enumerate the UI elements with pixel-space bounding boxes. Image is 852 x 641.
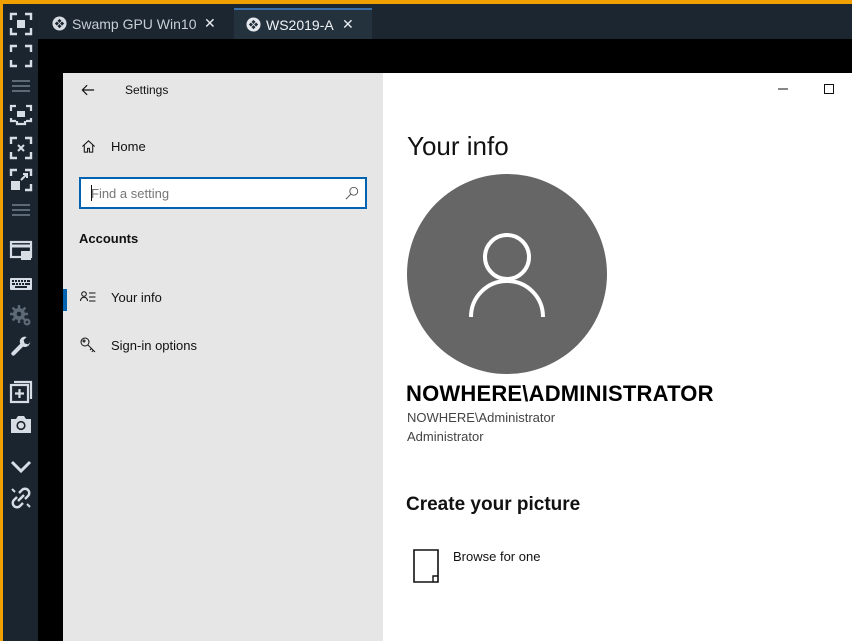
camera-icon[interactable] <box>7 410 34 437</box>
link-icon[interactable] <box>7 484 34 511</box>
text-caret <box>91 185 92 201</box>
user-display-name: NOWHERE\ADMINISTRATOR <box>406 381 714 406</box>
maximize-button[interactable] <box>813 79 845 99</box>
scale-icon[interactable] <box>7 134 34 161</box>
search-box[interactable] <box>79 177 367 209</box>
user-account-name: NOWHERE\Administrator <box>407 410 556 425</box>
wrench-icon[interactable] <box>7 334 34 361</box>
session-icon <box>52 16 67 31</box>
keyboard-icon[interactable] <box>7 270 34 297</box>
sidebar-item-sign-in-options[interactable]: Sign-in options <box>63 325 383 365</box>
tab-label: Swamp GPU Win10 <box>72 15 197 32</box>
file-icon <box>413 549 439 583</box>
selection-indicator <box>63 289 67 311</box>
remote-desktop-viewport[interactable]: Settings Home Accounts Your info <box>38 39 852 641</box>
user-info-icon <box>80 289 96 305</box>
tab-ws2019-a[interactable]: WS2019-A ✕ <box>234 8 372 39</box>
tab-swamp-gpu-win10[interactable]: Swamp GPU Win10 ✕ <box>40 8 234 39</box>
avatar <box>407 174 607 374</box>
resize-icon[interactable] <box>7 166 34 193</box>
settings-nav-pane: Settings Home Accounts Your info <box>63 73 383 641</box>
back-arrow-icon <box>81 84 95 96</box>
browse-label: Browse for one <box>453 549 541 564</box>
settings-window: Settings Home Accounts Your info <box>63 73 852 641</box>
select-region-icon[interactable] <box>7 10 34 37</box>
nav-home-label: Home <box>111 138 146 154</box>
minimize-icon <box>778 88 788 90</box>
gears-icon <box>7 302 34 329</box>
key-icon <box>80 337 96 353</box>
window-icon[interactable] <box>7 237 34 264</box>
sidebar-item-label: Your info <box>111 289 162 305</box>
client-toolbar <box>3 4 38 641</box>
tab-label: WS2019-A <box>266 16 334 33</box>
maximize-icon <box>824 84 834 94</box>
close-tab-button[interactable]: ✕ <box>342 16 354 33</box>
minimize-button[interactable] <box>767 79 799 99</box>
session-icon <box>246 17 261 32</box>
sidebar-item-label: Sign-in options <box>111 337 197 353</box>
home-icon <box>80 138 96 154</box>
session-tab-strip: Swamp GPU Win10 ✕ WS2019-A ✕ <box>38 4 852 39</box>
close-tab-button[interactable]: ✕ <box>204 15 216 32</box>
user-account-type: Administrator <box>407 429 484 444</box>
back-button[interactable] <box>77 79 99 101</box>
search-input[interactable] <box>81 179 339 207</box>
section-heading: Accounts <box>79 231 139 246</box>
new-session-icon[interactable] <box>7 378 34 405</box>
settings-content-pane: Your info NOWHERE\ADMINISTRATOR NOWHERE\… <box>383 73 852 641</box>
page-title: Your info <box>407 131 509 161</box>
create-picture-heading: Create your picture <box>406 494 581 515</box>
browse-for-one-button[interactable]: Browse for one <box>407 539 607 587</box>
search-icon[interactable] <box>345 186 359 200</box>
chevron-down-icon[interactable] <box>7 452 34 479</box>
fullscreen-icon[interactable] <box>7 42 34 69</box>
menu-lines-icon <box>7 72 34 99</box>
nav-home[interactable]: Home <box>63 126 383 166</box>
app-title: Settings <box>125 83 169 97</box>
sidebar-item-your-info[interactable]: Your info <box>63 277 383 317</box>
user-silhouette-icon <box>469 233 545 318</box>
menu-lines-icon <box>7 196 34 223</box>
fit-to-screen-icon[interactable] <box>7 102 34 129</box>
